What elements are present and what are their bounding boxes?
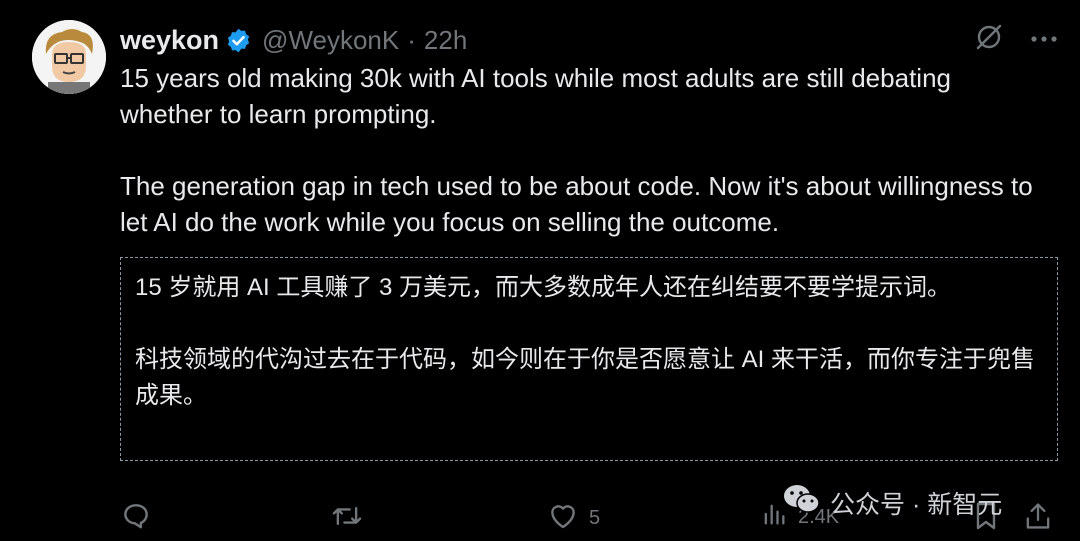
avatar-illustration: [32, 20, 106, 94]
separator: ·: [407, 24, 416, 55]
watermark-text: 公众号 · 新智元: [830, 490, 1003, 519]
translation-box: 15 岁就用 AI 工具赚了 3 万美元，而大多数成年人还在纠结要不要学提示词。…: [120, 257, 1058, 461]
watermark: 公众号 · 新智元: [782, 482, 1002, 523]
verified-badge-icon: [225, 27, 252, 54]
translation-paragraph: 科技领域的代沟过去在于代码，如今则在于你是否愿意让 AI 来干活，而你专注于兜售…: [135, 346, 1036, 409]
wechat-icon: [782, 482, 822, 523]
more-icon[interactable]: [1030, 31, 1058, 49]
timestamp[interactable]: 22h: [424, 25, 467, 56]
tweet-text: 15 years old making 30k with AI tools wh…: [120, 60, 1050, 240]
user-handle[interactable]: @WeykonK: [262, 25, 399, 56]
share-button[interactable]: [1024, 500, 1052, 538]
tweet-paragraph: 15 years old making 30k with AI tools wh…: [120, 63, 951, 129]
avatar[interactable]: [32, 20, 106, 94]
retweet-button[interactable]: [330, 500, 374, 538]
display-name[interactable]: weykon: [120, 25, 219, 56]
reply-button[interactable]: [120, 500, 162, 538]
tweet-paragraph: The generation gap in tech used to be ab…: [120, 171, 1033, 237]
share-icon: [1024, 500, 1052, 538]
grok-icon[interactable]: [974, 22, 1004, 57]
translation-paragraph: 15 岁就用 AI 工具赚了 3 万美元，而大多数成年人还在纠结要不要学提示词。: [135, 274, 952, 301]
tweet-top-icons: [974, 22, 1058, 57]
like-button[interactable]: 5: [547, 500, 600, 536]
reply-icon: [120, 500, 152, 538]
like-count: 5: [589, 506, 601, 529]
tweet-header: weykon @WeykonK · 22h: [120, 22, 467, 58]
like-icon: [547, 500, 579, 536]
retweet-icon: [330, 500, 364, 538]
